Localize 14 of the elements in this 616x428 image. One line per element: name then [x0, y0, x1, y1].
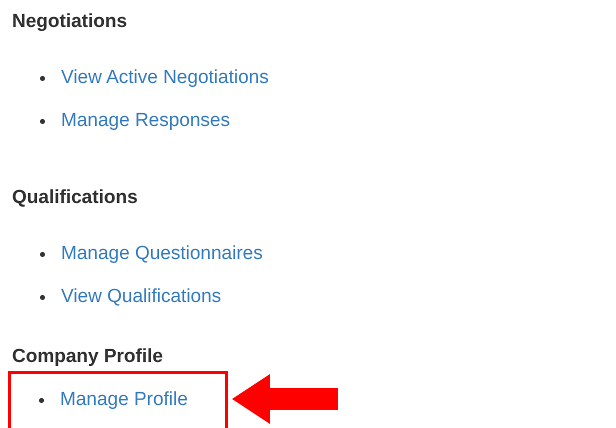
nav-link[interactable]: View Qualifications	[61, 285, 222, 309]
bullet-icon	[40, 294, 45, 300]
pointer-arrow-icon	[232, 374, 338, 424]
bullet-icon	[40, 76, 45, 80]
bullet-icon	[39, 398, 44, 402]
section-heading: Qualifications	[12, 186, 138, 210]
bullet-icon	[40, 118, 45, 124]
bullet-icon	[40, 252, 45, 256]
nav-link[interactable]: Manage Profile	[60, 388, 188, 412]
section-heading: Company Profile	[12, 345, 163, 369]
nav-link[interactable]: Manage Responses	[61, 109, 230, 133]
nav-link[interactable]: Manage Questionnaires	[61, 242, 263, 266]
section-heading: Negotiations	[12, 10, 128, 34]
nav-link[interactable]: View Active Negotiations	[61, 66, 269, 90]
